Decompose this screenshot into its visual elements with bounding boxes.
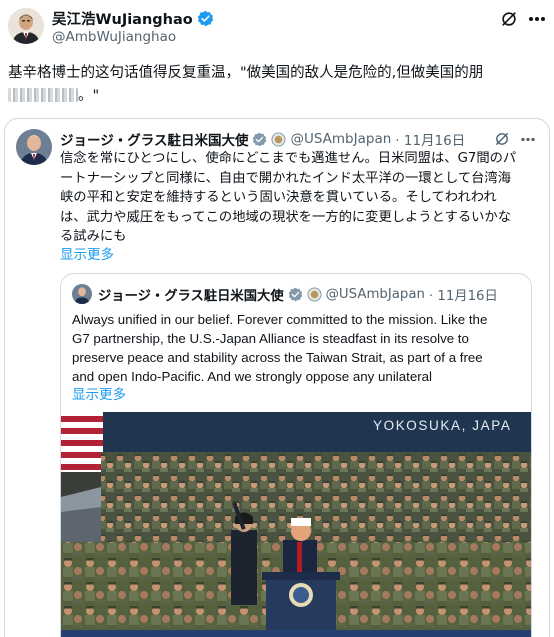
quoted-text-line: ートナーシップと同様に、自由で開かれたインド太平洋の一環として台湾海 [60,170,512,186]
quoted-show-more-link[interactable]: 显示更多 [60,243,114,263]
main-author-row: 吴江浩WuJianghao [52,8,214,28]
nested-tweet-text: Always unified in our belief. Forever co… [72,310,487,386]
nested-text-line: G7 partnership, the U.S.-Japan Alliance … [72,331,469,346]
nested-author-name[interactable]: ジョージ・グラス駐日米国大使 [98,285,284,304]
verified-badge-icon [197,10,214,27]
verified-badge-icon [252,132,267,147]
main-tweet-text-tail: 。" [78,88,100,104]
nested-author-row: ジョージ・グラス駐日米国大使 @USAmbJapan · 11月16日 [98,284,498,304]
nested-text-line: and open Indo-Pacific. And we strongly o… [72,369,432,384]
government-affiliation-icon [307,286,322,302]
quoted-author-avatar[interactable] [16,129,52,165]
redacted-text [8,88,78,102]
nested-text-line: Always unified in our belief. Forever co… [72,312,488,327]
more-options-icon[interactable] [526,8,548,30]
main-tweet-text-line1: 基辛格博士的这句话值得反复重温，"做美国的敌人是危险的,但做美国的朋 [8,65,484,81]
nested-tweet-date[interactable]: · 11月16日 [429,285,498,304]
quoted-author-name[interactable]: ジョージ・グラス駐日米国大使 [60,129,248,149]
crowd-photo-illustration: YOKOSUKA, JAPA [61,412,531,637]
main-author-avatar[interactable] [8,8,44,44]
main-author-handle[interactable]: @AmbWuJianghao [52,29,176,45]
quoted-author-handle[interactable]: @USAmbJapan [290,131,391,147]
quoted-tweet-date[interactable]: · 11月16日 [395,129,465,149]
quoted-text-line: は、武力や威圧をもってこの地域の現状を一方的に変更しようとするいかな [60,209,512,225]
quoted-tweet-text: 信念を常にひとつにし、使命にどこまでも邁進せん。日米同盟は、G7間のパ ートナー… [60,149,516,247]
more-options-icon[interactable] [517,129,539,149]
quoted-text-line: 峡の平和と安定を維持するという固い決意を貫いている。そしてわれわれ [60,190,497,205]
quoted-author-row: ジョージ・グラス駐日米国大使 @USAmbJapan · 11月16日 [60,129,465,149]
government-affiliation-icon [271,131,286,147]
nested-text-line: preserve peace and stability across the … [72,350,483,365]
main-author-name[interactable]: 吴江浩WuJianghao [52,8,193,29]
nested-show-more-link[interactable]: 显示更多 [72,383,126,403]
main-tweet-text-line2: 。" [8,85,99,107]
nested-author-handle[interactable]: @USAmbJapan [326,287,425,302]
quoted-text-line: 信念を常にひとつにし、使命にどこまでも邁進せん。日米同盟は、G7間のパ [60,151,517,166]
grok-icon[interactable] [492,129,512,149]
tweet-photo[interactable]: YOKOSUKA, JAPA [61,412,531,637]
quoted-text-line: る試みにも [60,229,127,244]
grok-icon[interactable] [498,8,520,30]
photo-banner-text: YOKOSUKA, JAPA [373,418,511,433]
nested-author-avatar[interactable] [72,284,92,304]
verified-badge-icon [288,287,303,302]
